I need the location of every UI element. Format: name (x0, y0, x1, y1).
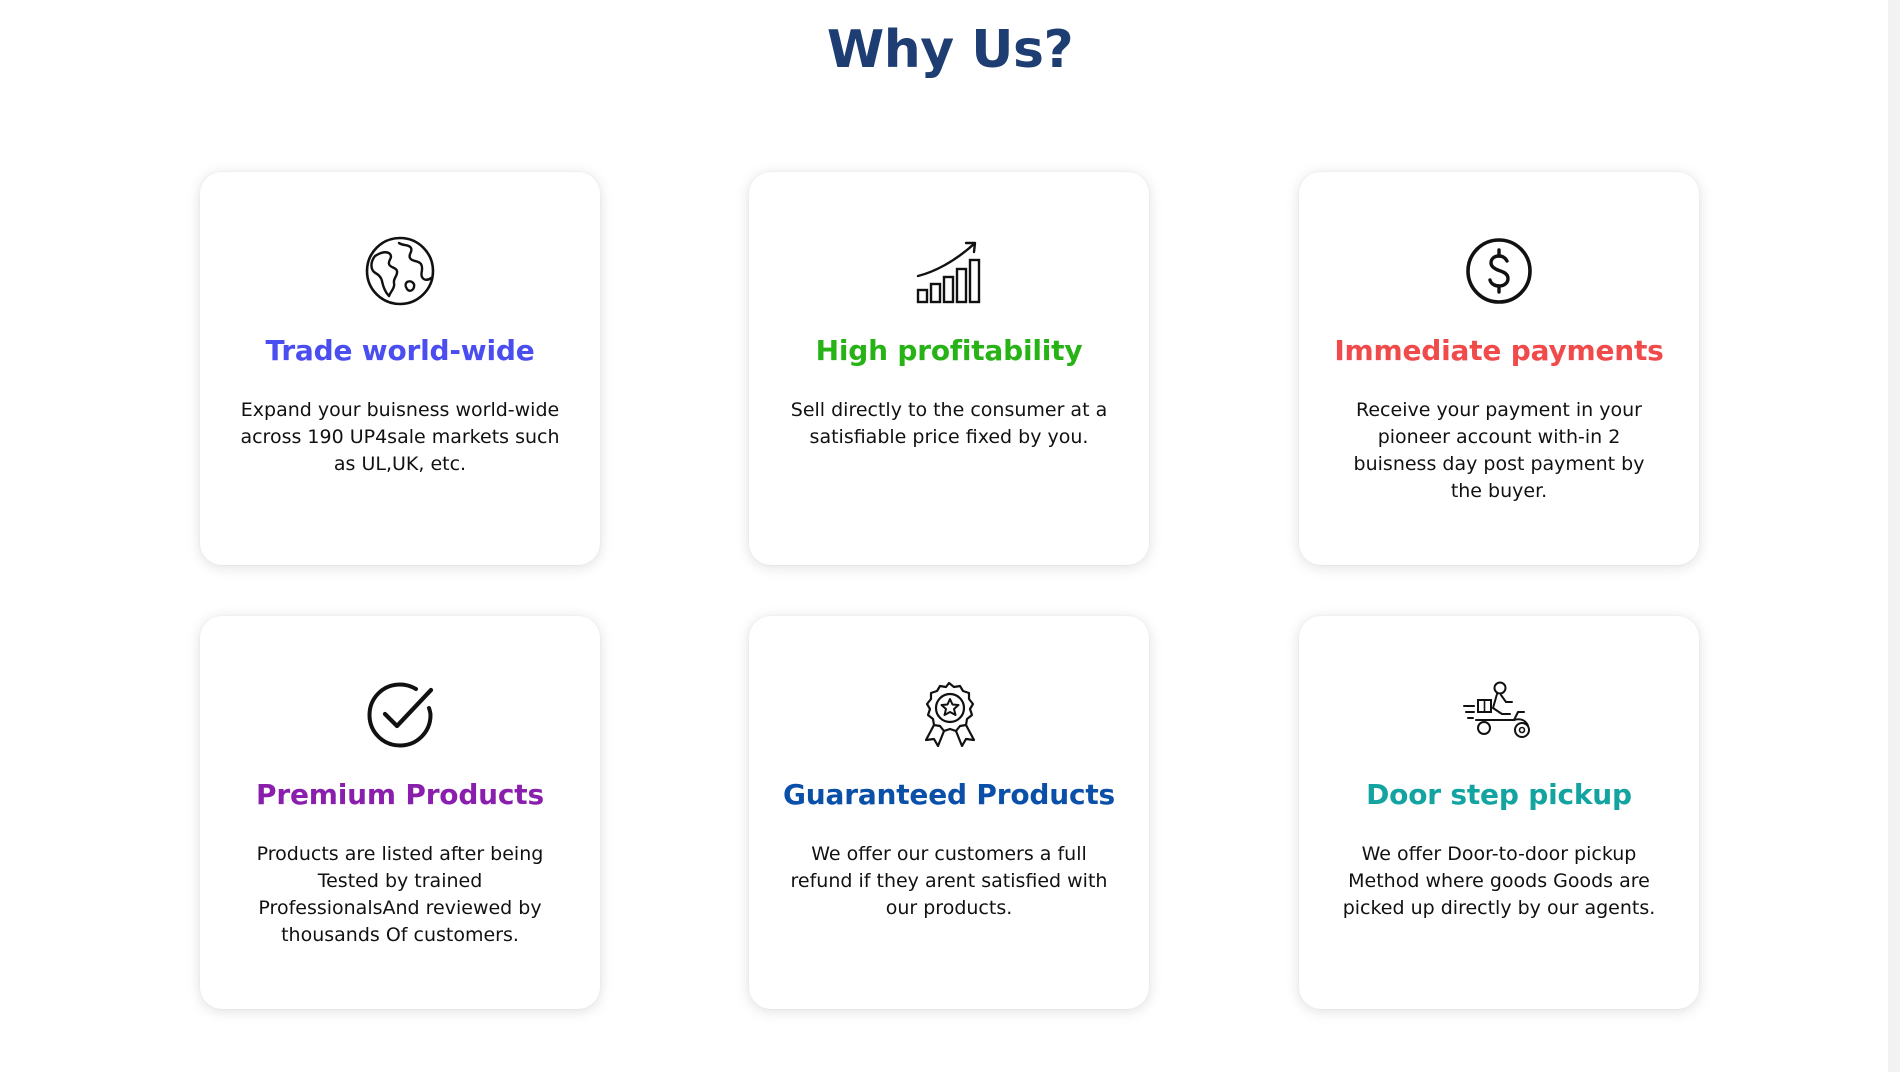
card-title: Guaranteed Products (783, 778, 1115, 811)
feature-card-high-profitability: High profitability Sell directly to the … (749, 172, 1149, 565)
feature-card-door-step-pickup: Door step pickup We offer Door-to-door p… (1299, 616, 1699, 1009)
feature-card-immediate-payments: Immediate payments Receive your payment … (1299, 172, 1699, 565)
delivery-scooter-icon (1462, 678, 1536, 752)
card-description: We offer Door-to-door pickup Method wher… (1342, 843, 1656, 919)
card-title: Trade world-wide (265, 334, 535, 367)
card-description: We offer our customers a full refund if … (790, 843, 1108, 919)
page-scrollbar[interactable] (1888, 0, 1900, 1072)
card-title: High profitability (815, 334, 1083, 367)
feature-card-trade-world-wide: Trade world-wide Expand your buisness wo… (200, 172, 600, 565)
card-description: Products are listed after being Tested b… (256, 843, 544, 946)
card-title: Door step pickup (1366, 778, 1632, 811)
card-title: Immediate payments (1334, 334, 1664, 367)
growth-chart-icon (912, 234, 986, 308)
checkmark-circle-icon (363, 678, 437, 752)
feature-card-guaranteed-products: Guaranteed Products We offer our custome… (749, 616, 1149, 1009)
page-title: Why Us? (826, 20, 1074, 80)
card-description: Receive your payment in your pioneer acc… (1353, 399, 1645, 502)
card-description: Expand your buisness world-wide across 1… (240, 399, 560, 475)
feature-card-premium-products: Premium Products Products are listed aft… (200, 616, 600, 1009)
dollar-coin-icon (1462, 234, 1536, 308)
card-description: Sell directly to the consumer at a satis… (790, 399, 1108, 448)
why-us-section: Why Us? Trade world-wide Expand your bui… (0, 0, 1900, 1072)
award-badge-icon (912, 678, 986, 752)
card-title: Premium Products (256, 778, 544, 811)
globe-icon (363, 234, 437, 308)
